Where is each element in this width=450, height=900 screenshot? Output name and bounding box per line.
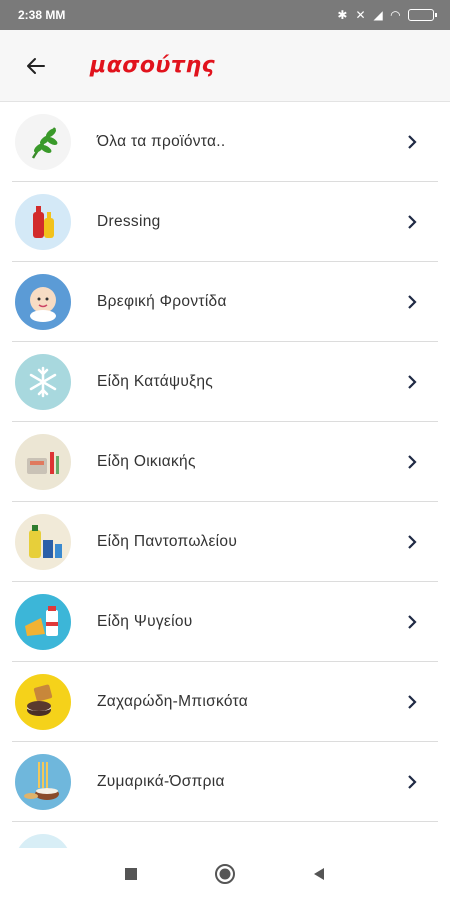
category-label: Όλα τα προϊόντα.. [97,132,226,150]
chevron-right-icon [402,772,422,792]
chevron-right-icon [402,612,422,632]
triangle-back-icon [314,868,324,880]
household-items-icon [15,433,71,490]
nav-back-button[interactable] [272,848,366,900]
chevron-right-icon [402,452,422,472]
category-item-biscuits[interactable]: Ζαχαρώδη-Μπισκότα [12,662,438,742]
category-list: Όλα τα προϊόντα.. Dressing Βρεφική Φροντ… [0,102,450,848]
sauce-bottles-icon [15,193,71,250]
chevron-right-icon [402,532,422,552]
leaf-icon [15,113,71,170]
category-label: Ζαχαρώδη-Μπισκότα [97,692,248,710]
category-item-pasta-legumes[interactable]: Ζυμαρικά-Όσπρια [12,742,438,822]
back-button[interactable] [10,40,62,92]
chevron-right-icon [402,692,422,712]
status-bar: 2:38 MM ✱ ✕ ◢ ◠ [0,0,450,30]
back-arrow-icon [27,57,45,74]
category-item-refrigerator[interactable]: Είδη Ψυγείου [12,582,438,662]
category-label: Είδη Ψυγείου [97,612,193,630]
circle-icon [215,864,235,884]
brand-logo: μασούτης [90,53,216,78]
category-label: Dressing [97,212,161,230]
category-item-partial[interactable] [12,822,438,848]
oil-bottle-icon [15,513,71,570]
baby-icon [15,273,71,330]
signal-icon: ◢ [373,8,383,22]
category-label: Είδη Παντοπωλείου [97,532,238,550]
category-item-grocery[interactable]: Είδη Παντοπωλείου [12,502,438,582]
category-item-all-products[interactable]: Όλα τα προϊόντα.. [12,102,438,182]
biscuits-icon [15,673,71,730]
category-label: Βρεφική Φροντίδα [97,292,227,310]
category-item-dressing[interactable]: Dressing [12,182,438,262]
snowflake-icon [15,353,71,410]
square-icon [125,868,137,880]
system-nav-bar [0,848,450,900]
category-label: Ζυμαρικά-Όσπρια [97,772,225,790]
category-item-baby-care[interactable]: Βρεφική Φροντίδα [12,262,438,342]
status-time: 2:38 MM [18,8,66,22]
wifi-icon: ◠ [390,8,400,22]
status-icons: ✱ ✕ ◢ ◠ [337,8,437,22]
chevron-right-icon [402,132,422,152]
category-label: Είδη Κατάψυξης [97,372,214,390]
category-item-household[interactable]: Είδη Οικιακής [12,422,438,502]
bluetooth-icon: ✱ [337,8,348,22]
cheese-milk-icon [15,593,71,650]
category-item-frozen[interactable]: Είδη Κατάψυξης [12,342,438,422]
chevron-right-icon [402,372,422,392]
mute-icon: ✕ [355,8,366,22]
app-bar: μασούτης [0,30,450,102]
chevron-right-icon [402,292,422,312]
recents-button[interactable] [84,848,178,900]
pasta-icon [15,753,71,810]
partial-category-icon [15,833,71,848]
chevron-right-icon [402,212,422,232]
battery-icon [408,9,437,21]
category-label: Είδη Οικιακής [97,452,196,470]
home-button[interactable] [178,848,272,900]
